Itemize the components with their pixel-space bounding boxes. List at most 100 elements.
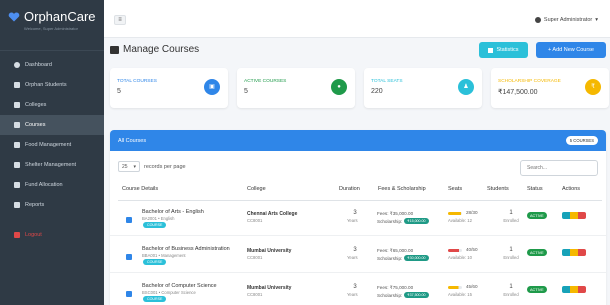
chart-icon bbox=[14, 202, 20, 208]
per-page-value: 25 bbox=[122, 163, 128, 170]
duration-unit: Years bbox=[347, 218, 358, 223]
scholarship-amount-badge: ₹37,500.00 bbox=[404, 292, 429, 298]
view-button[interactable] bbox=[562, 249, 570, 256]
stat-value: 5 bbox=[244, 88, 248, 95]
students-count: 1 bbox=[509, 247, 513, 253]
topbar: ≡ Super Administrator ▾ bbox=[104, 0, 610, 38]
utensils-icon bbox=[14, 142, 20, 148]
add-course-button[interactable]: + Add New Course bbox=[536, 42, 606, 58]
fee-text: Fees: ₹35,000.00 bbox=[377, 211, 414, 216]
check-icon: ● bbox=[331, 79, 347, 95]
students-count: 1 bbox=[509, 284, 513, 290]
college-name: Mumbai University bbox=[247, 285, 292, 291]
stat-card-scholarship-coverage: SCHOLARSHIP COVERAGE ₹147,500.00 ₹ bbox=[491, 68, 609, 108]
row-actions bbox=[562, 286, 586, 293]
seats-progress-bar bbox=[448, 212, 462, 215]
duration-unit: Years bbox=[347, 292, 358, 297]
chart-icon bbox=[488, 47, 494, 53]
college-code: CC8001 bbox=[247, 218, 263, 223]
sidebar-item-label: Courses bbox=[25, 122, 46, 128]
college-code: CC8001 bbox=[247, 255, 263, 260]
edit-button[interactable] bbox=[570, 286, 578, 293]
col-seats[interactable]: Seats bbox=[448, 186, 462, 192]
scholarship-label: Scholarship: bbox=[377, 218, 403, 224]
sidebar-item-fund-allocation[interactable]: Fund Allocation bbox=[0, 175, 104, 195]
edit-button[interactable] bbox=[570, 212, 578, 219]
delete-button[interactable] bbox=[578, 249, 586, 256]
view-button[interactable] bbox=[562, 212, 570, 219]
header-divider bbox=[118, 200, 602, 201]
students-label: Enrolled bbox=[503, 292, 519, 297]
duration-value: 3 bbox=[353, 247, 357, 253]
fee-text: Fees: ₹75,000.00 bbox=[377, 285, 414, 290]
brand-title: OrphanCare bbox=[24, 9, 96, 24]
col-status[interactable]: Status bbox=[527, 186, 543, 192]
scholarship-row: Scholarship: ₹15,000.00 bbox=[377, 218, 429, 224]
col-students[interactable]: Students bbox=[487, 186, 509, 192]
delete-button[interactable] bbox=[578, 286, 586, 293]
book-icon bbox=[110, 45, 119, 54]
sidebar-item-dashboard[interactable]: Dashboard bbox=[0, 55, 104, 75]
brand-subtitle: Welcome, Super Administrator bbox=[24, 26, 78, 31]
user-name: Super Administrator bbox=[543, 17, 593, 23]
sidebar-item-reports[interactable]: Reports bbox=[0, 195, 104, 215]
per-page-select[interactable]: 25 ▾ bbox=[118, 161, 140, 172]
duration-unit: Years bbox=[347, 255, 358, 260]
book-icon bbox=[126, 291, 132, 297]
chevron-down-icon: ▾ bbox=[595, 17, 598, 23]
seats-available: Available: 12 bbox=[448, 218, 472, 223]
logout-icon bbox=[14, 232, 20, 238]
edit-button[interactable] bbox=[570, 249, 578, 256]
col-duration[interactable]: Duration bbox=[339, 186, 360, 192]
col-course-details[interactable]: Course Details bbox=[122, 186, 158, 192]
sidebar-item-courses[interactable]: Courses bbox=[0, 115, 104, 135]
dashboard-icon bbox=[14, 62, 20, 68]
col-college[interactable]: College bbox=[247, 186, 266, 192]
course-code: BA2001 • English bbox=[142, 216, 175, 221]
sidebar-item-food-management[interactable]: Food Management bbox=[0, 135, 104, 155]
table-row: Bachelor of Computer Science BSC001 • Com… bbox=[110, 276, 606, 305]
scholarship-row: Scholarship: ₹37,500.00 bbox=[377, 292, 429, 298]
stat-card-active-courses: ACTIVE COURSES 5 ● bbox=[237, 68, 355, 108]
users-icon: ♟ bbox=[458, 79, 474, 95]
table-row: Bachelor of Arts - English BA2001 • Engli… bbox=[110, 202, 606, 236]
sidebar-item-label: Reports bbox=[25, 202, 45, 208]
delete-button[interactable] bbox=[578, 212, 586, 219]
search-input[interactable] bbox=[520, 160, 598, 176]
chevron-down-icon: ▾ bbox=[133, 163, 136, 170]
stat-label: TOTAL SEATS bbox=[371, 79, 403, 84]
table-row: Bachelor of Business Administration BBA00… bbox=[110, 239, 606, 273]
status-badge: ACTIVE bbox=[527, 249, 547, 256]
user-menu[interactable]: Super Administrator ▾ bbox=[534, 17, 598, 23]
course-tag: COURSE bbox=[143, 259, 167, 265]
college-code: CC8001 bbox=[247, 292, 263, 297]
book-icon: ▣ bbox=[204, 79, 220, 95]
students-icon bbox=[14, 82, 20, 88]
panel-header: All Courses 5 COURSES bbox=[110, 130, 606, 151]
duration-value: 3 bbox=[353, 284, 357, 290]
statistics-button[interactable]: Statistics bbox=[479, 42, 528, 58]
sidebar-toggle-button[interactable]: ≡ bbox=[114, 15, 126, 25]
panel-title: All Courses bbox=[118, 137, 147, 144]
sidebar-item-shelter-management[interactable]: Shelter Management bbox=[0, 155, 104, 175]
brand: OrphanCare Welcome, Super Administrator bbox=[0, 0, 104, 42]
stat-label: TOTAL COURSES bbox=[117, 79, 157, 84]
page-title: Manage Courses bbox=[110, 44, 199, 55]
sidebar-item-orphan-students[interactable]: Orphan Students bbox=[0, 75, 104, 95]
nav-divider bbox=[0, 50, 104, 51]
col-fees-scholarship[interactable]: Fees & Scholarship bbox=[378, 186, 426, 192]
statistics-label: Statistics bbox=[496, 47, 519, 53]
duration-value: 3 bbox=[353, 210, 357, 216]
sidebar-item-label: Dashboard bbox=[25, 62, 52, 68]
sidebar-item-logout[interactable]: Logout bbox=[0, 225, 104, 245]
view-button[interactable] bbox=[562, 286, 570, 293]
seats-count: 28/30 bbox=[466, 210, 478, 215]
seats-progress-bar bbox=[448, 286, 462, 289]
sidebar-item-label: Colleges bbox=[25, 102, 47, 108]
sidebar-item-label: Food Management bbox=[25, 142, 72, 148]
seats-available: Available: 15 bbox=[448, 292, 472, 297]
sidebar-item-colleges[interactable]: Colleges bbox=[0, 95, 104, 115]
home-icon bbox=[14, 162, 20, 168]
book-icon bbox=[126, 217, 132, 223]
college-name: Chennai Arts College bbox=[247, 211, 298, 217]
